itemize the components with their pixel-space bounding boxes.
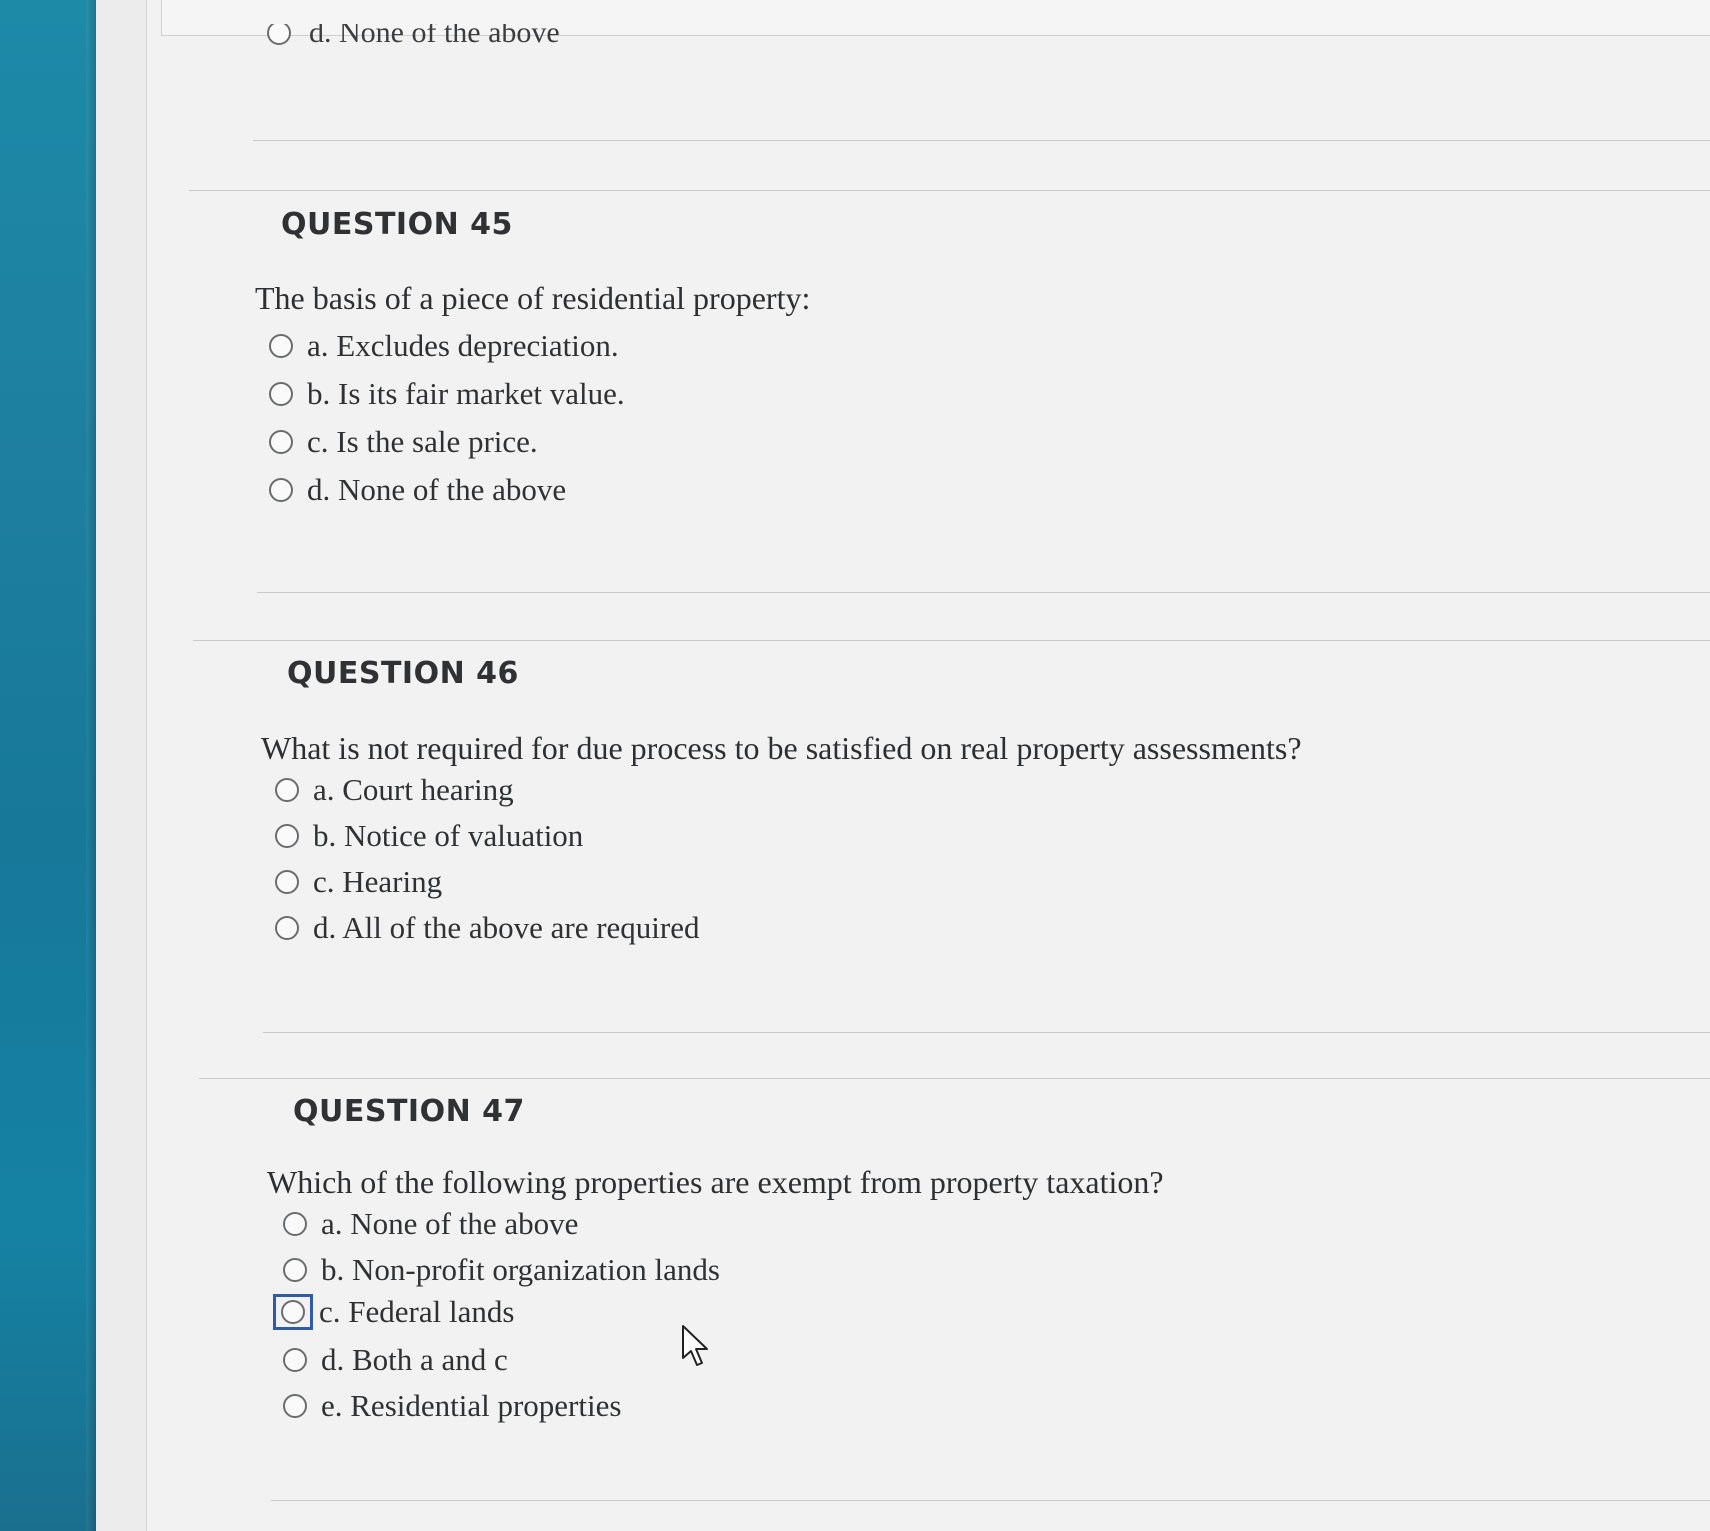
radio-button-icon[interactable]: [269, 382, 293, 406]
option-label: d. Both a and c: [321, 1342, 508, 1377]
radio-button-icon[interactable]: [269, 478, 293, 502]
answer-divider: [263, 1032, 1710, 1033]
radio-button-icon[interactable]: [283, 1212, 307, 1236]
answer-option[interactable]: b. Is its fair market value.: [269, 376, 625, 412]
answer-option-focused[interactable]: c. Federal lands: [273, 1294, 514, 1330]
answer-option[interactable]: a. Court hearing: [275, 772, 514, 808]
answer-option[interactable]: d. None of the above: [269, 472, 566, 508]
question-text: The basis of a piece of residential prop…: [255, 280, 811, 316]
option-label: c. Is the sale price.: [307, 424, 538, 459]
answer-option[interactable]: b. Non-profit organization lands: [283, 1252, 720, 1288]
radio-button-icon[interactable]: [283, 1394, 307, 1418]
radio-button-icon[interactable]: [275, 778, 299, 802]
answer-option[interactable]: c. Hearing: [275, 864, 442, 900]
answer-option[interactable]: e. Residential properties: [283, 1388, 621, 1424]
radio-button-icon[interactable]: [267, 24, 291, 45]
question-text: What is not required for due process to …: [261, 730, 1302, 766]
answer-option[interactable]: b. Notice of valuation: [275, 818, 583, 854]
question-separator: [199, 1078, 1710, 1079]
option-label: e. Residential properties: [321, 1388, 622, 1423]
quiz-content: d. None of the above QUESTION 45 The bas…: [146, 0, 1710, 1531]
option-label: c. Federal lands: [319, 1294, 515, 1329]
question-heading: QUESTION 45: [281, 207, 513, 242]
answer-divider: [257, 592, 1710, 593]
focus-ring[interactable]: [273, 1294, 313, 1330]
question-separator: [189, 190, 1710, 191]
quiz-page: d. None of the above QUESTION 45 The bas…: [96, 0, 1710, 1531]
radio-button-icon[interactable]: [275, 824, 299, 848]
answer-option[interactable]: a. None of the above: [283, 1206, 578, 1242]
option-label: d. All of the above are required: [313, 910, 700, 945]
answer-option[interactable]: a. Excludes depreciation.: [269, 328, 619, 364]
answer-divider: [253, 140, 1710, 141]
radio-button-icon[interactable]: [275, 870, 299, 894]
option-label: b. Is its fair market value.: [307, 376, 625, 411]
radio-button-icon[interactable]: [283, 1258, 307, 1282]
radio-button-icon[interactable]: [283, 1348, 307, 1372]
answer-divider: [271, 1500, 1710, 1501]
monitor-bezel: [0, 0, 96, 1531]
answer-option[interactable]: d. All of the above are required: [275, 910, 700, 946]
answer-option[interactable]: c. Is the sale price.: [269, 424, 538, 460]
option-label: b. Non-profit organization lands: [321, 1252, 720, 1287]
option-label: a. None of the above: [321, 1206, 579, 1241]
question-heading: QUESTION 47: [293, 1094, 525, 1129]
radio-button-icon[interactable]: [281, 1300, 305, 1324]
option-label: c. Hearing: [313, 864, 443, 899]
radio-button-icon[interactable]: [269, 334, 293, 358]
option-label: a. Excludes depreciation.: [307, 328, 619, 363]
mouse-pointer-icon: [682, 1325, 708, 1366]
question-text: Which of the following properties are ex…: [267, 1164, 1164, 1200]
question-heading: QUESTION 46: [287, 656, 519, 691]
answer-option[interactable]: d. Both a and c: [283, 1342, 508, 1378]
question-separator: [193, 640, 1710, 641]
radio-button-icon[interactable]: [269, 430, 293, 454]
option-label: d. None of the above: [307, 472, 567, 507]
radio-button-icon[interactable]: [275, 916, 299, 940]
option-label: b. Notice of valuation: [313, 818, 584, 853]
option-label: a. Court hearing: [313, 772, 514, 807]
